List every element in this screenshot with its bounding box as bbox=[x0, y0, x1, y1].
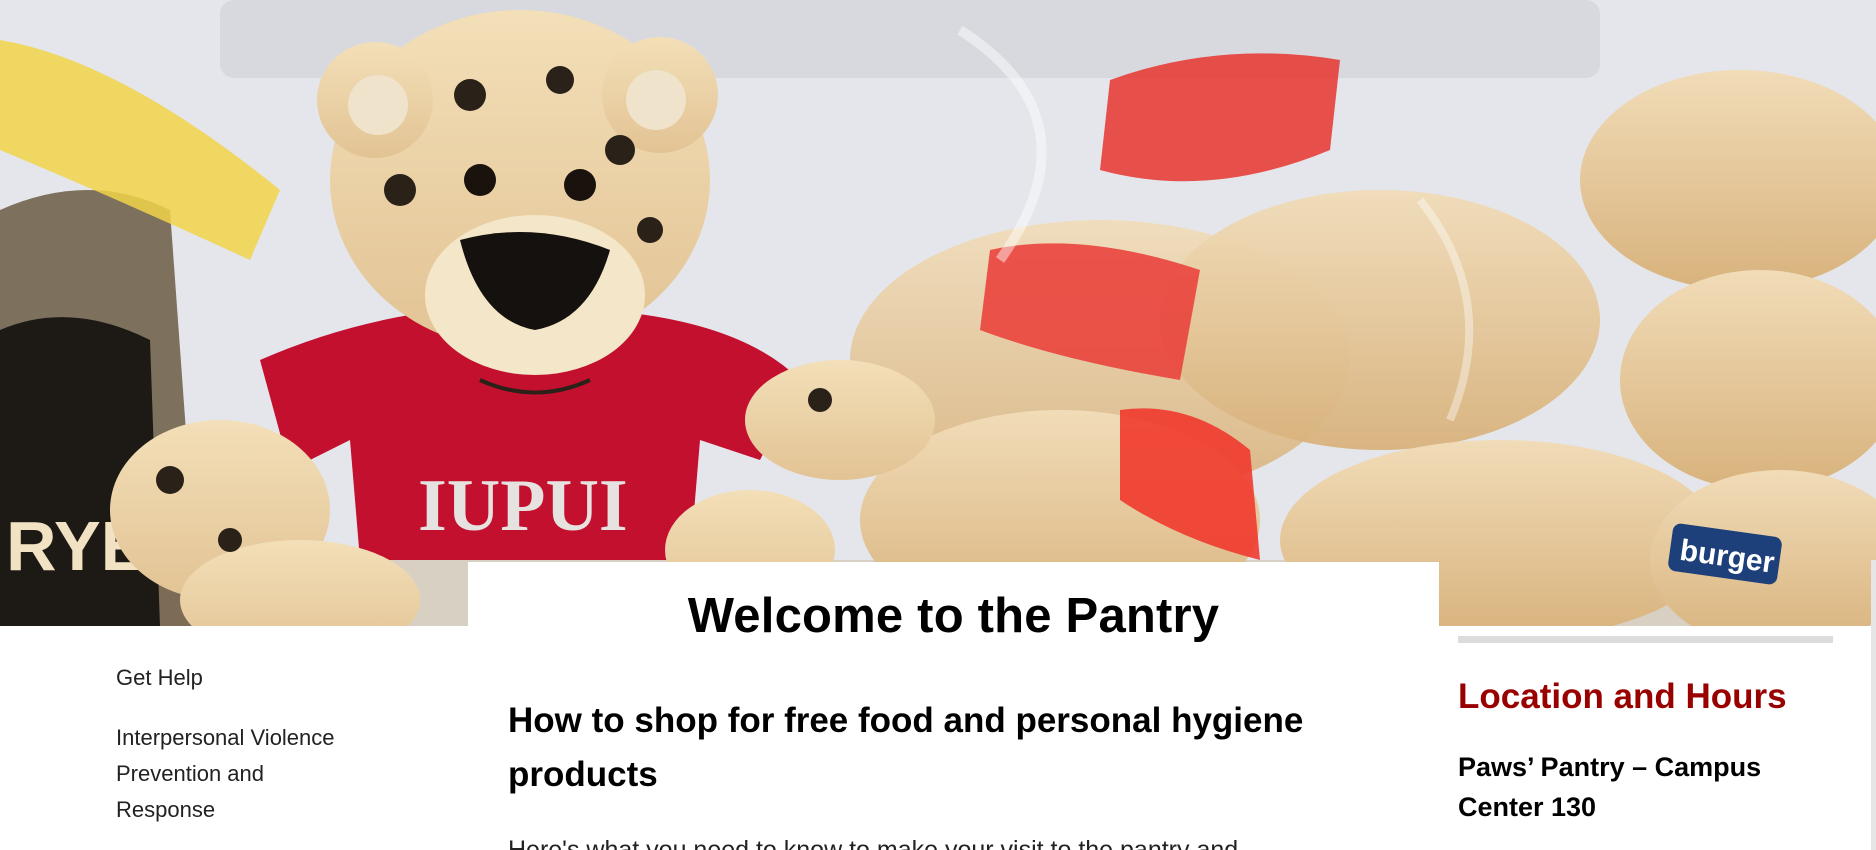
main-content-card: Welcome to the Pantry How to shop for fr… bbox=[468, 562, 1439, 850]
sidebar-item-interpersonal-violence[interactable]: Interpersonal Violence Prevention and Re… bbox=[116, 720, 356, 828]
intro-paragraph: Here's what you need to know to make you… bbox=[508, 834, 1408, 850]
shirt-text: IUPUI bbox=[418, 465, 628, 547]
location-hours-heading: Location and Hours bbox=[1458, 677, 1787, 716]
intro-paragraph-text: Here's what you need to know to make you… bbox=[508, 836, 1239, 850]
hero-illustration: RYE burger IUPUI bbox=[0, 0, 1876, 626]
page-title: Welcome to the Pantry bbox=[687, 589, 1220, 643]
sidebar-nav: Get Help Interpersonal Violence Preventi… bbox=[116, 660, 356, 828]
location-hours-panel: Location and Hours Paws’ Pantry – Campus… bbox=[1458, 636, 1833, 827]
section-heading: How to shop for free food and personal h… bbox=[508, 701, 1304, 794]
hero-image: RYE burger IUPUI bbox=[0, 0, 1876, 626]
panel-divider bbox=[1458, 636, 1833, 643]
scrollbar[interactable] bbox=[1871, 560, 1876, 850]
sidebar-item-get-help[interactable]: Get Help bbox=[116, 660, 356, 696]
location-name: Paws’ Pantry – Campus Center 130 bbox=[1458, 752, 1762, 822]
